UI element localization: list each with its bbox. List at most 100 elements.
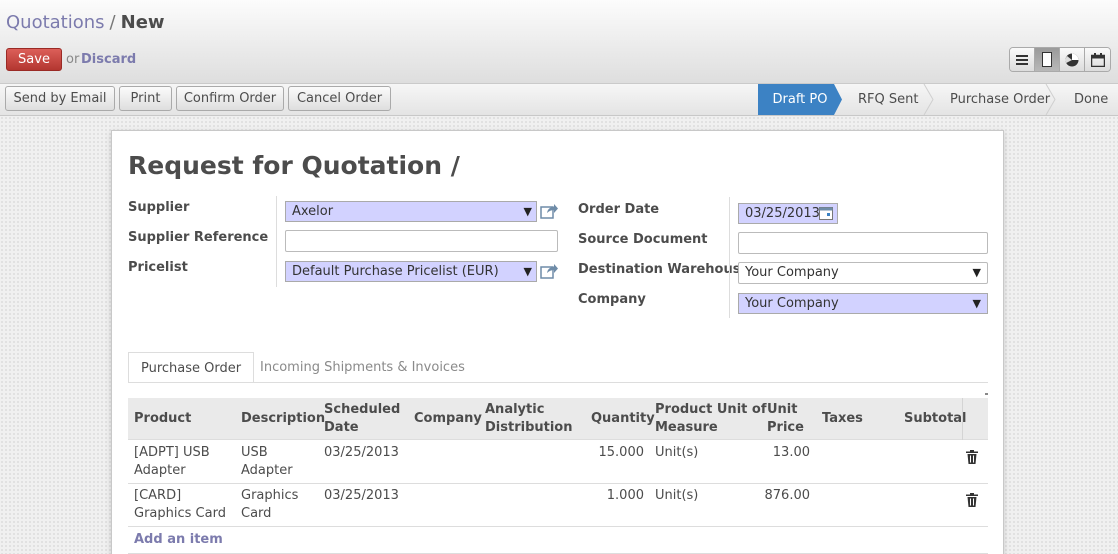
status-bar: Draft PO RFQ Sent Purchase Order Done [758,84,1118,115]
company-label: Company [578,292,646,307]
cell-product-line1: [CARD] [134,488,182,503]
cell-unit-price: 876.00 [764,488,811,503]
pricelist-label: Pricelist [128,260,188,275]
cell-product: [ADPT] USB Adapter [134,444,210,480]
company-select[interactable]: Your Company ▼ [738,293,988,314]
external-link-icon[interactable] [540,203,558,219]
order-date-value: 03/25/2013 [745,206,820,221]
graph-view-icon [1065,53,1079,66]
cell-quantity: 1.000 [606,488,644,503]
view-switcher [1009,47,1111,72]
add-an-item-link[interactable]: Add an item [134,532,223,547]
header-divider [962,398,963,440]
cell-description-line2: Card [241,506,272,521]
control-panel: Quotations / New Save or Discard [0,0,1118,84]
cell-scheduled-date: 03/25/2013 [324,488,399,503]
graph-view-button[interactable] [1060,48,1085,71]
col-unit-price-line2: Price [767,420,804,435]
trash-icon[interactable] [966,450,978,464]
stage-done[interactable]: Done [1074,84,1108,115]
supplier-select[interactable]: Axelor ▼ [285,201,537,222]
left-group-divider [276,196,277,287]
form-view-button[interactable] [1035,48,1060,71]
cell-description: USB Adapter [241,444,293,480]
col-analytic-line1: Analytic [485,402,545,417]
cell-uom: Unit(s) [655,488,699,503]
source-document-input[interactable] [738,232,988,254]
stage-purchase-order[interactable]: Purchase Order [950,84,1050,115]
cell-description-line1: USB [241,445,268,460]
breadcrumb-current: New [120,12,165,33]
col-analytic-line2: Distribution [485,420,573,435]
column-resize-handle[interactable] [985,393,988,395]
order-date-label: Order Date [578,202,660,217]
table-row[interactable]: [ADPT] USB Adapter USB Adapter 03/25/201… [128,441,988,484]
tab-incoming-shipments-invoices[interactable]: Incoming Shipments & Invoices [248,352,477,383]
pricelist-select[interactable]: Default Purchase Pricelist (EUR) ▼ [285,261,537,282]
col-product[interactable]: Product [134,410,191,428]
pricelist-value: Default Purchase Pricelist (EUR) [292,264,499,279]
save-button[interactable]: Save [6,48,62,71]
breadcrumb: Quotations / New [6,12,165,33]
form-title: Request for Quotation / [128,151,460,180]
chevron-down-icon: ▼ [523,265,532,278]
cell-uom: Unit(s) [655,445,699,460]
calendar-view-button[interactable] [1085,48,1110,71]
col-unit-price-line1: Unit [767,402,798,417]
supplier-reference-input[interactable] [285,230,558,252]
table-header: Product Description Scheduled Date Compa… [128,398,988,440]
col-unit-of-measure[interactable]: Product Unit of Measure [655,401,766,437]
list-view-button[interactable] [1010,48,1035,71]
source-document-label: Source Document [578,232,708,247]
cell-description: Graphics Card [241,487,298,523]
col-uom-line1: Product Unit of [655,402,767,417]
order-date-input[interactable]: 03/25/2013 [738,203,838,224]
destination-warehouse-label: Destination Warehouse [578,262,750,277]
chevron-down-icon: ▼ [972,297,981,310]
col-description[interactable]: Description [241,410,325,428]
col-uom-line2: Measure [655,420,718,435]
cell-description-line2: Adapter [241,463,293,478]
col-company[interactable]: Company [414,410,482,428]
breadcrumb-separator: / [109,12,116,33]
discard-link[interactable]: Discard [81,52,136,67]
confirm-order-button[interactable]: Confirm Order [176,86,284,111]
col-analytic-distribution[interactable]: Analytic Distribution [485,401,572,437]
or-text: or [66,52,80,67]
breadcrumb-quotations-link[interactable]: Quotations [6,12,105,33]
stage-draft-po: Draft PO [772,92,828,107]
form-sheet: Request for Quotation / Supplier Supplie… [111,130,1004,554]
destination-warehouse-select[interactable]: Your Company ▼ [738,262,988,284]
company-value: Your Company [745,296,839,311]
print-button[interactable]: Print [119,86,172,111]
action-bar: Send by Email Print Confirm Order Cancel… [0,84,1118,116]
trash-icon[interactable] [966,493,978,507]
tab-purchase-order[interactable]: Purchase Order [128,352,255,383]
col-scheduled-date[interactable]: Scheduled Date [324,401,400,437]
cell-scheduled-date: 03/25/2013 [324,445,399,460]
col-quantity[interactable]: Quantity [591,410,655,428]
calendar-icon[interactable] [819,207,833,220]
table-row[interactable]: [CARD] Graphics Card Graphics Card 03/25… [128,484,988,527]
cell-description-line1: Graphics [241,488,299,503]
cell-unit-price: 13.00 [772,445,810,460]
supplier-reference-label: Supplier Reference [128,230,269,245]
stage-rfq-sent[interactable]: RFQ Sent [858,84,918,115]
cell-product-line1: [ADPT] USB [134,445,210,460]
external-link-icon[interactable] [540,263,558,279]
calendar-view-icon [1090,52,1105,67]
destination-warehouse-value: Your Company [745,265,839,280]
col-taxes[interactable]: Taxes [822,410,863,428]
form-view-icon [1042,52,1052,67]
tab-divider [128,382,988,383]
cancel-order-button[interactable]: Cancel Order [288,86,391,111]
chevron-down-icon: ▼ [523,205,532,218]
cell-product: [CARD] Graphics Card [134,487,226,523]
col-unit-price[interactable]: Unit Price [767,401,804,437]
col-subtotal[interactable]: Subtotal [904,410,967,428]
send-by-email-button[interactable]: Send by Email [5,86,115,111]
cell-quantity: 15.000 [598,445,645,460]
cell-product-line2: Graphics Card [134,506,226,521]
chevron-down-icon: ▼ [972,266,981,279]
supplier-value: Axelor [292,204,334,219]
